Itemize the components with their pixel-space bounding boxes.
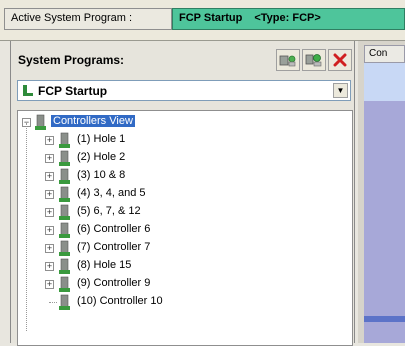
right-panel-tab[interactable]: Con [364, 45, 405, 63]
tree-item[interactable]: + (6) Controller 6 [18, 221, 348, 239]
tree-item[interactable]: + (1) Hole 1 [18, 131, 348, 149]
tree-item-label: (8) Hole 15 [77, 259, 132, 271]
right-panel: Con [358, 41, 405, 343]
top-bar: Active System Program : FCP Startup <Type… [0, 0, 405, 41]
chevron-down-icon[interactable]: ▼ [333, 83, 348, 98]
delete-icon [333, 53, 347, 67]
expand-icon[interactable]: + [45, 172, 54, 181]
tree-item[interactable]: + (9) Controller 9 [18, 275, 348, 293]
controller-icon [59, 168, 70, 184]
controller-icon [59, 258, 70, 274]
right-panel-highlight [364, 63, 405, 101]
controller-icon [59, 240, 70, 256]
controller-icon [59, 276, 70, 292]
controller-icon [59, 222, 70, 238]
active-program-tab[interactable]: FCP Startup <Type: FCP> [172, 8, 405, 30]
right-panel-content [364, 63, 405, 343]
program-type: <Type: FCP> [254, 12, 321, 24]
add-program-button[interactable] [276, 49, 300, 71]
expand-icon[interactable]: + [45, 280, 54, 289]
tree-item-label: (5) 6, 7, & 12 [77, 205, 141, 217]
copy-program-icon [305, 54, 322, 67]
expand-icon[interactable]: + [45, 136, 54, 145]
tree-item[interactable]: + (5) 6, 7, & 12 [18, 203, 348, 221]
tree-item[interactable]: + (8) Hole 15 [18, 257, 348, 275]
expand-icon[interactable]: + [45, 262, 54, 271]
tree-item-label: (10) Controller 10 [77, 295, 163, 307]
tree-root-label: Controllers View [51, 115, 135, 127]
tree-item-label: (7) Controller 7 [77, 241, 151, 253]
expand-icon[interactable]: + [45, 190, 54, 199]
controllers-view-icon [35, 114, 46, 130]
copy-program-button[interactable] [302, 49, 326, 71]
expand-icon[interactable]: + [45, 226, 54, 235]
controller-icon [59, 150, 70, 166]
tree-item-label: (2) Hole 2 [77, 151, 126, 163]
expand-icon[interactable]: + [45, 154, 54, 163]
controllers-tree[interactable]: − Controllers View + (1) Hole 1 + (2) Ho… [17, 110, 353, 346]
tree-item[interactable]: + (2) Hole 2 [18, 149, 348, 167]
tree-root[interactable]: − Controllers View [18, 113, 348, 131]
tree-item-label: (6) Controller 6 [77, 223, 151, 235]
active-system-program-label: Active System Program : [4, 8, 172, 30]
controller-icon [59, 186, 70, 202]
tree-item-label: (3) 10 & 8 [77, 169, 126, 181]
horizontal-scrollbar[interactable] [364, 316, 405, 322]
tree-item[interactable]: + (4) 3, 4, and 5 [18, 185, 348, 203]
program-name: FCP Startup [179, 12, 243, 24]
expand-icon[interactable]: + [45, 208, 54, 217]
add-program-icon [279, 55, 296, 67]
tree-item-label: (1) Hole 1 [77, 133, 126, 145]
system-programs-panel: System Programs: FCP Startup ▼ − Control… [10, 41, 355, 346]
tree-item[interactable]: + (3) 10 & 8 [18, 167, 348, 185]
program-icon [23, 85, 33, 96]
controller-icon [59, 132, 70, 148]
controller-icon [59, 204, 70, 220]
delete-program-button[interactable] [328, 49, 352, 71]
tree-item[interactable]: (10) Controller 10 [18, 293, 348, 311]
tree-item-label: (9) Controller 9 [77, 277, 151, 289]
system-program-select[interactable]: FCP Startup ▼ [17, 80, 351, 101]
controller-icon [59, 294, 70, 310]
tree-item[interactable]: + (7) Controller 7 [18, 239, 348, 257]
tree-item-label: (4) 3, 4, and 5 [77, 187, 146, 199]
system-programs-label: System Programs: [18, 53, 125, 67]
selected-program: FCP Startup [38, 84, 108, 98]
expand-icon[interactable]: + [45, 244, 54, 253]
